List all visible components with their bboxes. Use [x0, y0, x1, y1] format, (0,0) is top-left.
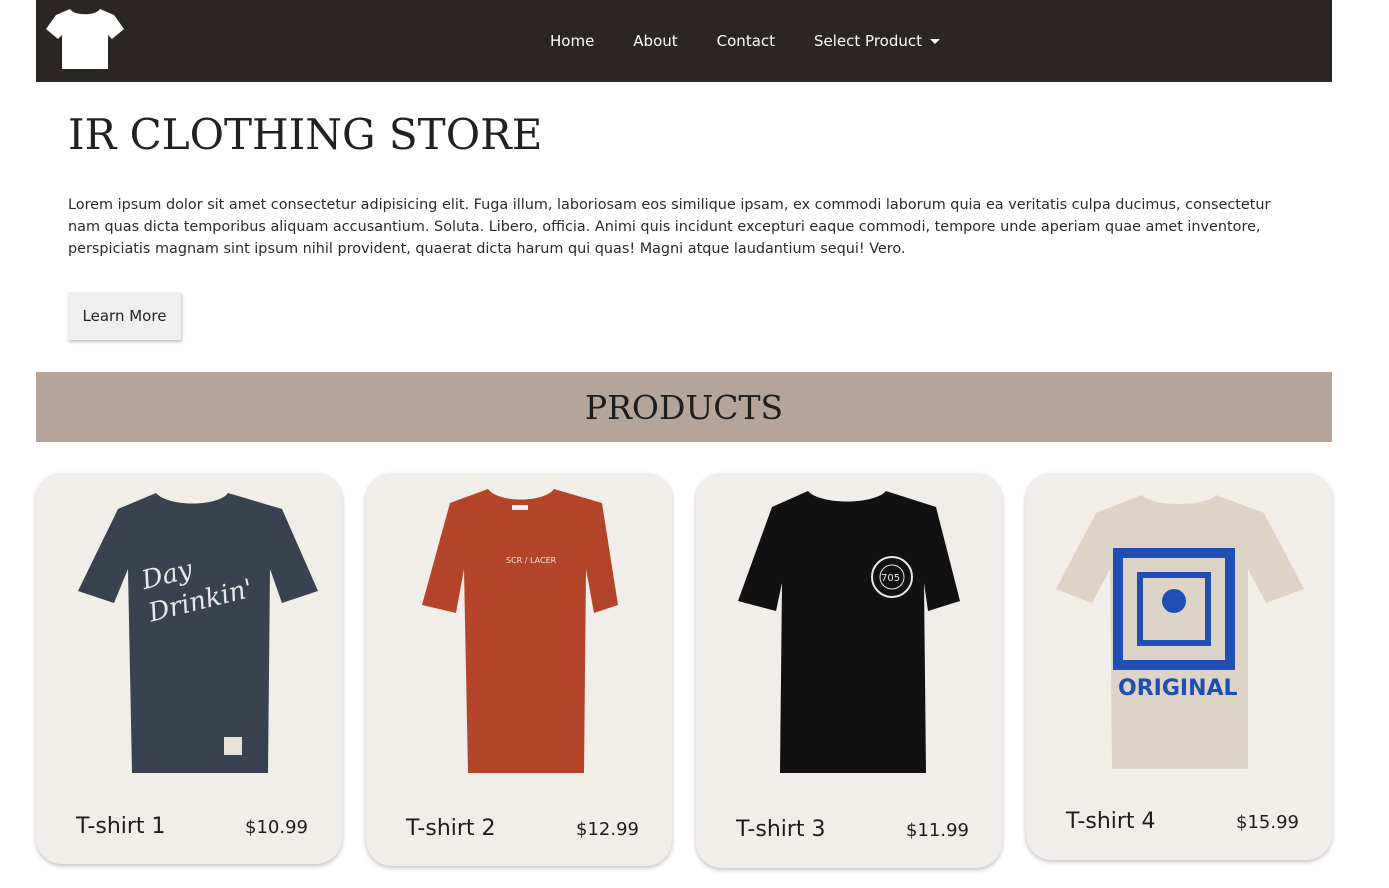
nav-home-link[interactable]: Home: [550, 32, 594, 50]
svg-text:ORIGINAL: ORIGINAL: [1118, 676, 1238, 701]
product-card-4[interactable]: ORIGINAL T-shirt 4 $15.99: [1026, 473, 1332, 860]
nav-contact-link[interactable]: Contact: [717, 32, 775, 50]
hero-description: Lorem ipsum dolor sit amet consectetur a…: [68, 197, 1271, 257]
products-band: PRODUCTS: [36, 372, 1332, 442]
product-price: $15.99: [1236, 812, 1299, 833]
product-name: T-shirt 1: [76, 814, 166, 839]
nav-about-link[interactable]: About: [633, 32, 677, 50]
product-name: T-shirt 4: [1066, 809, 1156, 834]
select-product-label: Select Product: [814, 32, 923, 50]
product-price: $11.99: [906, 820, 969, 841]
page-title: IR CLOTHING STORE: [68, 110, 543, 159]
svg-text:SCR / LACER: SCR / LACER: [506, 556, 557, 565]
product-name: T-shirt 3: [736, 817, 826, 842]
nav-links: Home About Contact Select Product: [550, 0, 979, 82]
product-image-4: ORIGINAL: [1056, 495, 1304, 769]
tshirt-icon[interactable]: [46, 7, 124, 71]
product-image-1: Day Drinkin': [78, 493, 318, 773]
product-card-2[interactable]: SCR / LACER T-shirt 2 $12.99: [366, 473, 672, 866]
product-name: T-shirt 2: [406, 816, 496, 841]
product-image-2: SCR / LACER: [422, 489, 618, 773]
product-card-1[interactable]: Day Drinkin' T-shirt 1 $10.99: [36, 473, 342, 864]
navbar: Home About Contact Select Product: [36, 0, 1332, 82]
learn-more-button[interactable]: Learn More: [68, 292, 181, 340]
product-image-3: 705: [738, 491, 960, 773]
product-price: $12.99: [576, 819, 639, 840]
product-price: $10.99: [245, 817, 308, 838]
svg-text:705: 705: [881, 573, 900, 584]
product-card-3[interactable]: 705 T-shirt 3 $11.99: [696, 473, 1002, 868]
products-heading: PRODUCTS: [584, 387, 784, 427]
caret-down-icon: [930, 38, 941, 44]
select-product-dropdown[interactable]: Select Product: [814, 32, 941, 50]
